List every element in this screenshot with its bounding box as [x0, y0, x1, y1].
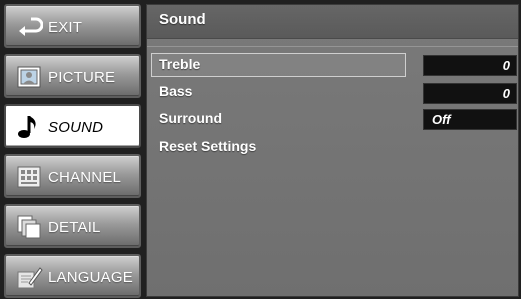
nav-item-picture[interactable]: PICTURE [4, 54, 141, 98]
bass-label[interactable]: Bass [159, 83, 192, 99]
exit-arrow-icon [19, 17, 43, 36]
main-menu-nav: EXIT PICTURE SOUND CHANNEL DETAIL LANGUA… [4, 4, 141, 298]
nav-item-label: PICTURE [48, 69, 116, 86]
nav-item-channel[interactable]: CHANNEL [4, 154, 141, 198]
reset-settings-item[interactable]: Reset Settings [159, 138, 256, 154]
nav-item-exit[interactable]: EXIT [4, 4, 141, 48]
tv-menu-screen: EXIT PICTURE SOUND CHANNEL DETAIL LANGUA… [0, 0, 521, 299]
treble-value-box[interactable]: 0 [423, 55, 517, 76]
nav-item-label: SOUND [48, 119, 104, 136]
nav-item-detail[interactable]: DETAIL [4, 204, 141, 248]
bass-value: 0 [502, 86, 510, 101]
treble-value: 0 [502, 58, 510, 73]
language-pen-icon [17, 267, 43, 289]
page-title: Sound [159, 11, 206, 28]
nav-item-sound[interactable]: SOUND [4, 104, 141, 148]
title-divider [147, 46, 518, 47]
nav-item-label: DETAIL [48, 219, 101, 236]
nav-item-language[interactable]: LANGUAGE [4, 254, 141, 298]
channel-grid-icon [17, 166, 41, 188]
surround-value-box[interactable]: Off [423, 109, 517, 130]
surround-label[interactable]: Surround [159, 110, 222, 126]
panel-title-bar: Sound [147, 5, 518, 39]
nav-item-label: CHANNEL [48, 169, 122, 186]
picture-icon [17, 66, 41, 88]
detail-pages-icon [17, 215, 41, 239]
surround-value: Off [432, 112, 451, 127]
music-note-icon [18, 116, 36, 138]
nav-item-label: EXIT [48, 19, 83, 36]
bass-value-box[interactable]: 0 [423, 83, 517, 104]
nav-item-label: LANGUAGE [48, 269, 133, 286]
treble-label[interactable]: Treble [159, 56, 200, 72]
sound-settings-panel: Sound Treble 0 Bass 0 Surround Off Reset… [146, 4, 519, 297]
